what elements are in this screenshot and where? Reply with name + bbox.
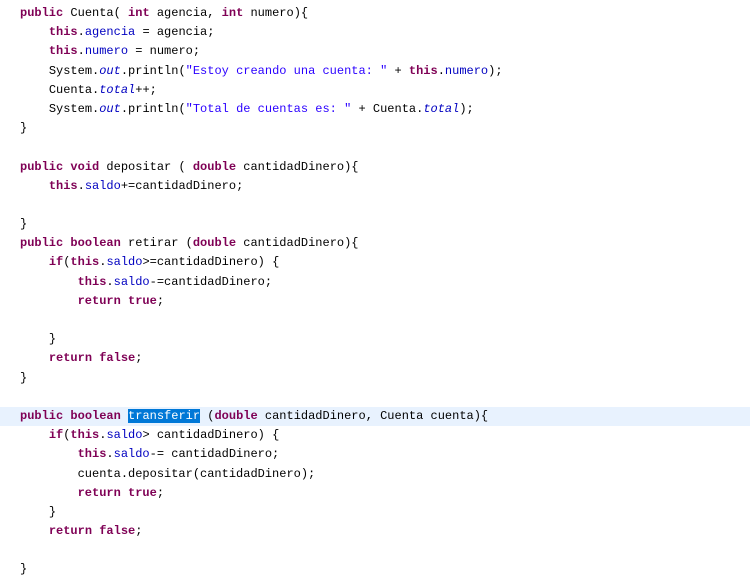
- code-line: return false;: [0, 522, 750, 541]
- code-line: return false;: [0, 349, 750, 368]
- code-line: public void depositar ( double cantidadD…: [0, 158, 750, 177]
- code-line: public Cuenta( int agencia, int numero){: [0, 4, 750, 23]
- code-line: }: [0, 369, 750, 388]
- code-editor[interactable]: public Cuenta( int agencia, int numero){…: [0, 4, 750, 580]
- code-line: [0, 311, 750, 330]
- code-line: public boolean retirar (double cantidadD…: [0, 234, 750, 253]
- code-line: }: [0, 215, 750, 234]
- code-line: [0, 196, 750, 215]
- selected-text: transferir: [128, 409, 200, 423]
- code-line: if(this.saldo> cantidadDinero) {: [0, 426, 750, 445]
- code-line: [0, 541, 750, 560]
- code-line: this.numero = numero;: [0, 42, 750, 61]
- code-line: Cuenta.total++;: [0, 81, 750, 100]
- code-line: }: [0, 330, 750, 349]
- code-line: this.agencia = agencia;: [0, 23, 750, 42]
- code-line: if(this.saldo>=cantidadDinero) {: [0, 253, 750, 272]
- code-line: cuenta.depositar(cantidadDinero);: [0, 465, 750, 484]
- code-line: [0, 138, 750, 157]
- code-line: [0, 388, 750, 407]
- code-line: }: [0, 119, 750, 138]
- code-line: return true;: [0, 484, 750, 503]
- code-line: this.saldo+=cantidadDinero;: [0, 177, 750, 196]
- code-line: System.out.println("Total de cuentas es:…: [0, 100, 750, 119]
- code-line: this.saldo-= cantidadDinero;: [0, 445, 750, 464]
- code-line: }: [0, 560, 750, 579]
- code-line: this.saldo-=cantidadDinero;: [0, 273, 750, 292]
- code-line: }: [0, 503, 750, 522]
- code-line-highlighted: public boolean transferir (double cantid…: [0, 407, 750, 426]
- code-line: return true;: [0, 292, 750, 311]
- code-line: System.out.println("Estoy creando una cu…: [0, 62, 750, 81]
